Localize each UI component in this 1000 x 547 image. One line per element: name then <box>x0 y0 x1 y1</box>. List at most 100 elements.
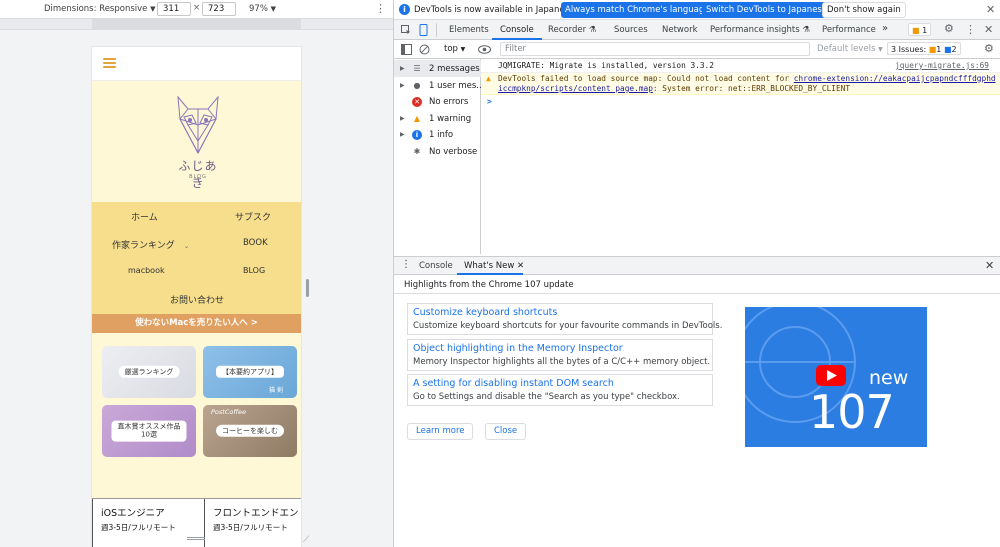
expand-arrow-icon[interactable]: ▶ <box>400 131 405 138</box>
sidebar-item-info[interactable]: ▶ i 1 info <box>394 126 481 143</box>
source-map-link[interactable]: chrome-extension://eakacpaijcpapndcfffdg… <box>794 74 996 83</box>
source-map-link-cont[interactable]: iccmpknp/scripts/content_page.map <box>498 84 653 93</box>
width-input[interactable]: 311 <box>157 2 191 16</box>
sidebar-item-warnings[interactable]: ▶ ▲ 1 warning <box>394 110 481 127</box>
card-label: 厳選ランキング <box>118 365 180 379</box>
verbose-icon: ✱ <box>413 146 421 156</box>
tab-elements[interactable]: Elements <box>449 25 489 35</box>
close-button[interactable]: Close <box>485 423 527 440</box>
feature-card[interactable]: A setting for disabling instant DOM sear… <box>407 374 713 406</box>
sidebar-item-user-messages[interactable]: ▶ ● 1 user mes... <box>394 77 484 94</box>
feature-title[interactable]: Customize keyboard shortcuts <box>413 307 707 318</box>
feature-desc: Memory Inspector highlights all the byte… <box>413 357 711 367</box>
error-icon: ✕ <box>412 96 422 107</box>
device-preview-pane: Dimensions: Responsive ▼ 311 × 723 97% ▼… <box>0 0 393 547</box>
tab-sources[interactable]: Sources <box>614 25 648 35</box>
tab-performance[interactable]: Performance <box>822 25 876 35</box>
inspect-element-icon[interactable] <box>401 25 411 35</box>
resize-handle-right[interactable] <box>306 279 309 297</box>
tab-network[interactable]: Network <box>662 25 698 35</box>
zoom-dropdown[interactable]: 97% ▼ <box>249 4 276 14</box>
dont-show-again-button[interactable]: Don't show again <box>822 2 906 18</box>
resize-handle-bottom[interactable] <box>187 537 205 540</box>
sidebar-item-verbose[interactable]: ✱ No verbose <box>394 143 481 160</box>
sell-mac-banner[interactable]: 使わないMacを売りたい人へ > <box>92 314 301 333</box>
warning-icon: ▲ <box>486 74 491 83</box>
nav-item-macbook[interactable]: macbook <box>128 266 165 275</box>
nav-item-contact[interactable]: お問い合わせ <box>170 293 224 306</box>
sidebar-item-errors[interactable]: ✕ No errors <box>394 93 481 110</box>
issues-badge[interactable]: ■ 1 <box>908 23 932 36</box>
job-item[interactable]: iOSエンジニア 週3-5日/フルリモート <box>92 499 196 547</box>
card-summary-app[interactable]: 【本要約アプリ】 猫 剣 <box>203 346 297 398</box>
drawer-menu-icon[interactable]: ⋮ <box>401 259 411 270</box>
device-viewport: ふじあき BLOG ホーム サブスク 作家ランキング ⌄ BOOK⌄ macbo… <box>92 47 301 547</box>
log-levels-label: Default levels <box>817 44 876 54</box>
console-toolbar: top ▼ Filter Default levels ▼ 3 Issues: … <box>394 40 1000 59</box>
drawer-tab-console[interactable]: Console <box>419 261 453 271</box>
job-sub: 週3-5日/フルリモート <box>213 523 288 532</box>
source-link[interactable]: jquery-migrate.js:69 <box>895 61 989 70</box>
caret-down-icon: ▼ <box>460 46 466 53</box>
clear-console-icon[interactable] <box>419 44 430 55</box>
issues-label: 3 Issues: <box>891 45 927 54</box>
height-input[interactable]: 723 <box>202 2 236 16</box>
more-options-icon[interactable]: ⋮ <box>375 2 386 15</box>
log-levels-dropdown[interactable]: Default levels ▼ <box>817 44 883 54</box>
tab-recorder[interactable]: Recorder ⚗ <box>548 25 596 35</box>
more-tabs-icon[interactable]: » <box>882 23 888 34</box>
feature-desc: Customize keyboard shortcuts for your fa… <box>413 321 723 331</box>
learn-more-button[interactable]: Learn more <box>407 423 474 440</box>
warning-text-end: : System error: net::ERR_BLOCKED_BY_CLIE… <box>652 84 851 93</box>
console-settings-gear-icon[interactable]: ⚙ <box>984 42 994 55</box>
expand-arrow-icon[interactable]: ▶ <box>400 115 405 122</box>
sidebar-item-label: No errors <box>429 96 469 107</box>
media-query-ruler <box>0 19 393 30</box>
feature-card[interactable]: Customize keyboard shortcuts Customize k… <box>407 303 723 335</box>
issues-counter[interactable]: 3 Issues: ■1 ■2 <box>887 42 961 55</box>
hamburger-menu-icon[interactable] <box>103 58 116 68</box>
nav-item-blog[interactable]: BLOG <box>243 266 265 275</box>
console-prompt[interactable]: > <box>487 97 492 106</box>
close-devtools-icon[interactable]: ✕ <box>984 23 993 36</box>
caret-down-icon: ▼ <box>270 5 276 13</box>
card-ranking[interactable]: 厳選ランキング <box>102 346 196 398</box>
card-coffee[interactable]: PostCoffee コーヒーを楽しむ <box>203 405 297 457</box>
nav-item-home[interactable]: ホーム <box>131 210 158 223</box>
whats-new-video-thumbnail[interactable]: new 107 <box>745 307 927 447</box>
sidebar-item-messages[interactable]: ▶ ☰ 2 messages <box>394 60 481 77</box>
live-expression-eye-icon[interactable] <box>478 45 491 54</box>
warning-line-1: DevTools failed to load source map: Coul… <box>498 74 996 83</box>
feature-title[interactable]: A setting for disabling instant DOM sear… <box>413 378 707 389</box>
nav-item-ranking[interactable]: 作家ランキング ⌄ <box>112 238 189 251</box>
feature-title[interactable]: Object highlighting in the Memory Inspec… <box>413 343 707 354</box>
dimensions-dropdown[interactable]: Dimensions: Responsive ▼ <box>44 4 155 14</box>
close-tab-icon[interactable]: ✕ <box>517 261 524 271</box>
close-drawer-icon[interactable]: ✕ <box>985 259 994 272</box>
settings-gear-icon[interactable]: ⚙ <box>944 22 954 35</box>
site-logo[interactable]: ふじあき BLOG <box>174 95 222 190</box>
info-icon: i <box>412 129 422 140</box>
nav-item-subsc[interactable]: サブスク <box>235 210 271 223</box>
job-title: iOSエンジニア <box>101 508 165 519</box>
close-icon[interactable]: ✕ <box>986 3 995 16</box>
console-filter-input[interactable]: Filter <box>500 42 810 56</box>
switch-japanese-button[interactable]: Switch DevTools to Japanese <box>702 2 832 18</box>
drawer-tab-whats-new[interactable]: What's New ✕ <box>464 261 524 271</box>
tab-performance-insights[interactable]: Performance insights ⚗ <box>710 25 810 35</box>
resize-corner-icon[interactable]: ⟋ <box>303 535 309 545</box>
expand-arrow-icon[interactable]: ▶ <box>400 65 405 72</box>
job-item[interactable]: フロントエンドエン 週3-5日/フルリモート <box>204 499 301 547</box>
nav-item-ranking-label: 作家ランキング <box>112 241 175 251</box>
context-selector[interactable]: top ▼ <box>444 44 465 54</box>
expand-arrow-icon[interactable]: ▶ <box>400 82 405 89</box>
card-naoki-prize[interactable]: 直木賞オススメ作品 10選 <box>102 405 196 457</box>
device-toggle-icon[interactable] <box>419 24 429 36</box>
more-options-icon[interactable]: ⋮ <box>965 23 976 36</box>
sidebar-toggle-icon[interactable] <box>401 44 412 55</box>
tab-console[interactable]: Console <box>500 25 534 35</box>
nav-item-book[interactable]: BOOK⌄ <box>243 238 301 248</box>
match-language-button[interactable]: Always match Chrome's language <box>561 2 714 18</box>
feature-card[interactable]: Object highlighting in the Memory Inspec… <box>407 339 713 371</box>
infobar-message: DevTools is now available in Japanese! <box>414 5 578 15</box>
